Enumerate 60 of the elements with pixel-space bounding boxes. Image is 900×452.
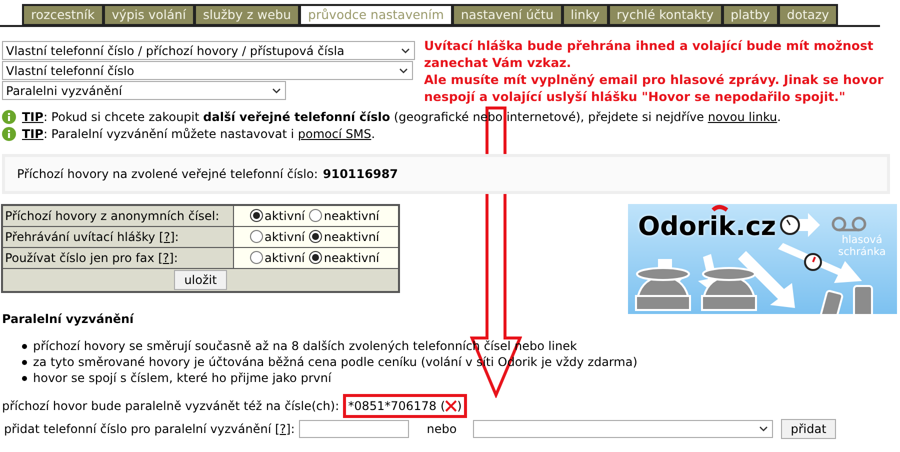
warning-note: Ale musíte mít vyplněný email pro hlasové zprávy. Jinak se hovor nespojí a volající uslyší hlášku "Hovor se nepodařilo spojit."	[424, 71, 884, 105]
phone-number: 910116987	[322, 166, 398, 183]
bullet-icon	[22, 344, 27, 348]
option-label: aktivní	[264, 228, 305, 246]
option-label: neaktivní	[324, 208, 380, 225]
add-label: přidat telefonní číslo pro paralelní vyzvánění [?]:	[4, 421, 295, 438]
chevron-down-icon	[399, 68, 408, 74]
radio-button[interactable]	[250, 230, 262, 243]
delete-icon[interactable]	[445, 400, 458, 412]
bullet-icon	[22, 360, 27, 364]
desk-phone-icon	[701, 267, 757, 311]
tip-link[interactable]: novou linku	[708, 110, 778, 124]
dropdown[interactable]: Paralelni vyzvánění	[2, 81, 286, 100]
number-label: Příchozí hovory na zvolené veřejné telefonní číslo:	[17, 166, 318, 183]
tip-link[interactable]: pomocí SMS	[298, 126, 372, 140]
mobile-phone-icon	[819, 289, 844, 314]
option-label: aktivní	[264, 208, 305, 225]
setting-label: Používat číslo jen pro fax [?]:	[5, 250, 178, 264]
bracket-text: )	[457, 398, 462, 415]
option-label: neaktivní	[324, 250, 380, 266]
handset-icon	[712, 205, 728, 212]
help-link[interactable]: ?	[164, 230, 170, 244]
save-button[interactable]: uložit	[174, 270, 227, 290]
bullet-icon	[22, 376, 27, 380]
line-dropdown[interactable]	[472, 420, 773, 438]
mobile-phone-icon	[853, 285, 873, 314]
or-label: nebo	[426, 421, 457, 438]
radio-button[interactable]	[308, 230, 322, 243]
radio-button[interactable]	[250, 209, 262, 222]
help-link[interactable]: ?	[162, 250, 170, 264]
warning-note: Uvítací hláška bude přehrána ihned a volající bude mít možnost zanechat Vám vzkaz.	[424, 37, 874, 71]
parallel-label: příchozí hovor bude paralelně vyzvánět též na čísle(ch):	[2, 398, 340, 415]
bullet-text: hovor se spojí s číslem, které ho přijme jako první	[33, 370, 332, 386]
tip-link[interactable]: TIP	[22, 126, 44, 140]
dropdown[interactable]: Vlastní telefonní číslo / příchozí hovory / přístupová čísla	[2, 41, 415, 60]
parallel-number: *0851*706178	[348, 398, 436, 415]
voicemail-icon	[832, 216, 866, 232]
phone-input[interactable]	[298, 420, 409, 438]
add-button[interactable]: přidat	[780, 419, 836, 439]
help-link[interactable]: ?	[280, 422, 286, 436]
chevron-down-icon	[758, 426, 768, 432]
chevron-down-icon	[401, 48, 410, 54]
option-label: neaktivní	[324, 228, 380, 246]
dropdown[interactable]: Vlastní telefonní číslo	[2, 61, 413, 80]
clock-icon	[804, 253, 822, 271]
chevron-down-icon	[272, 88, 281, 94]
bracket-text: (	[440, 398, 446, 415]
setting-label: Přehrávání uvítací hlášky [?]:	[5, 230, 179, 244]
voicemail-label: hlasová schránka	[837, 234, 887, 258]
radio-button[interactable]	[308, 251, 322, 264]
setting-label: Příchozí hovory z anonymních čísel:	[5, 208, 220, 223]
tip-link[interactable]: TIP	[22, 110, 44, 124]
radio-button[interactable]	[308, 209, 322, 222]
brand-logo: Odorik.cz	[638, 214, 776, 240]
option-label: aktivní	[264, 250, 305, 266]
stopwatch-icon	[780, 215, 800, 235]
tip-text: TIP: Paralelní vyzvánění můžete nastavovat i pomocí SMS.	[22, 126, 376, 142]
section-heading: Paralelní vyzvánění	[1, 311, 134, 328]
desk-phone-icon	[635, 267, 691, 311]
radio-button[interactable]	[250, 251, 262, 264]
